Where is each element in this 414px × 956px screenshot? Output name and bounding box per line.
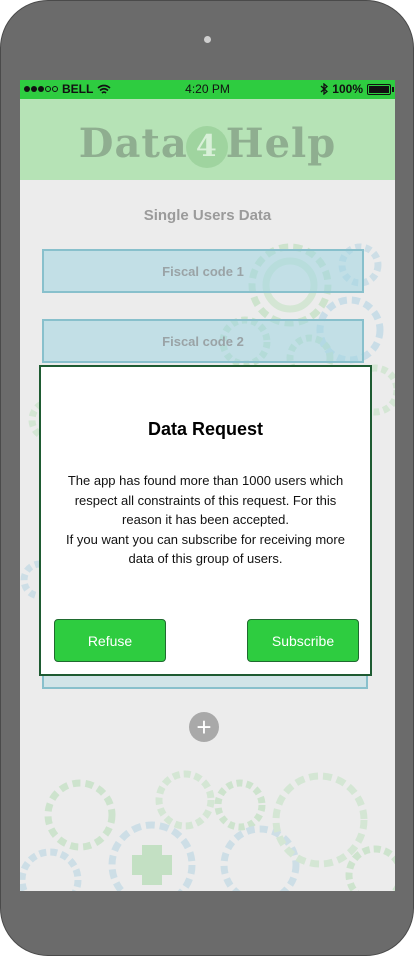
fiscal-code-2-field[interactable]: Fiscal code 2 xyxy=(42,319,364,363)
app-screen: BELL 4:20 PM 100% Data 4 Help Single Use… xyxy=(20,80,395,891)
add-field-button[interactable]: + xyxy=(189,712,219,742)
dialog-message: The app has found more than 1000 users w… xyxy=(55,471,356,569)
dialog-message-line2: If you want you can subscribe for receiv… xyxy=(66,531,345,567)
section-title: Single Users Data xyxy=(143,207,272,224)
data-request-dialog: Data Request The app has found more than… xyxy=(39,365,372,676)
subscribe-button[interactable]: Subscribe xyxy=(247,619,359,662)
dialog-message-line1: The app has found more than 1000 users w… xyxy=(67,473,344,527)
phone-frame: BELL 4:20 PM 100% Data 4 Help Single Use… xyxy=(0,0,414,956)
camera-dot xyxy=(204,36,211,43)
refuse-button[interactable]: Refuse xyxy=(54,619,166,662)
fiscal-code-1-field[interactable]: Fiscal code 1 xyxy=(42,249,364,293)
dialog-title: Data Request xyxy=(147,419,264,439)
